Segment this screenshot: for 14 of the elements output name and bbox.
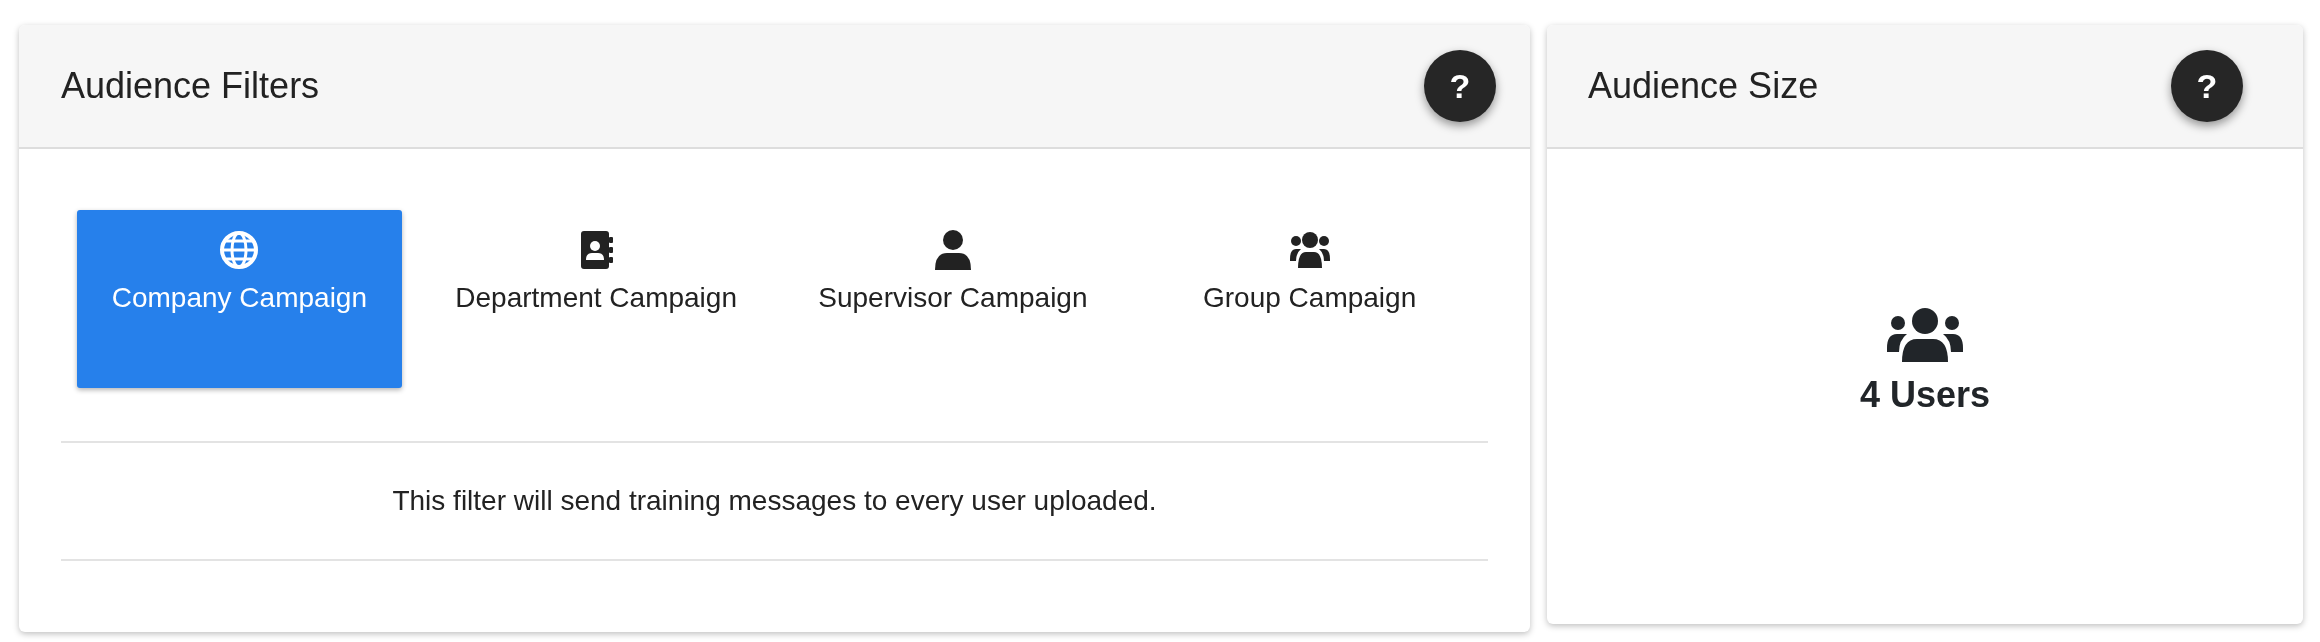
users-icon: [1289, 230, 1330, 270]
campaign-tab[interactable]: Company Campaign: [76, 210, 402, 388]
campaign-tab[interactable]: Department Campaign: [433, 210, 759, 388]
card-title: Audience Filters: [61, 64, 320, 108]
user-icon: [932, 230, 973, 270]
filter-description: This filter will send training messages to every user uploaded.: [391, 484, 1158, 518]
users-icon: [1887, 307, 1963, 362]
help-button[interactable]: ?: [1424, 50, 1496, 122]
help-button[interactable]: ?: [2171, 50, 2243, 122]
campaign-tab[interactable]: Supervisor Campaign: [790, 210, 1116, 388]
card-title: Audience Size: [1588, 64, 1819, 108]
audience-count: 4 Users: [1859, 372, 1991, 417]
campaign-tab[interactable]: Group Campaign: [1147, 210, 1473, 388]
globe-icon: [219, 230, 260, 270]
